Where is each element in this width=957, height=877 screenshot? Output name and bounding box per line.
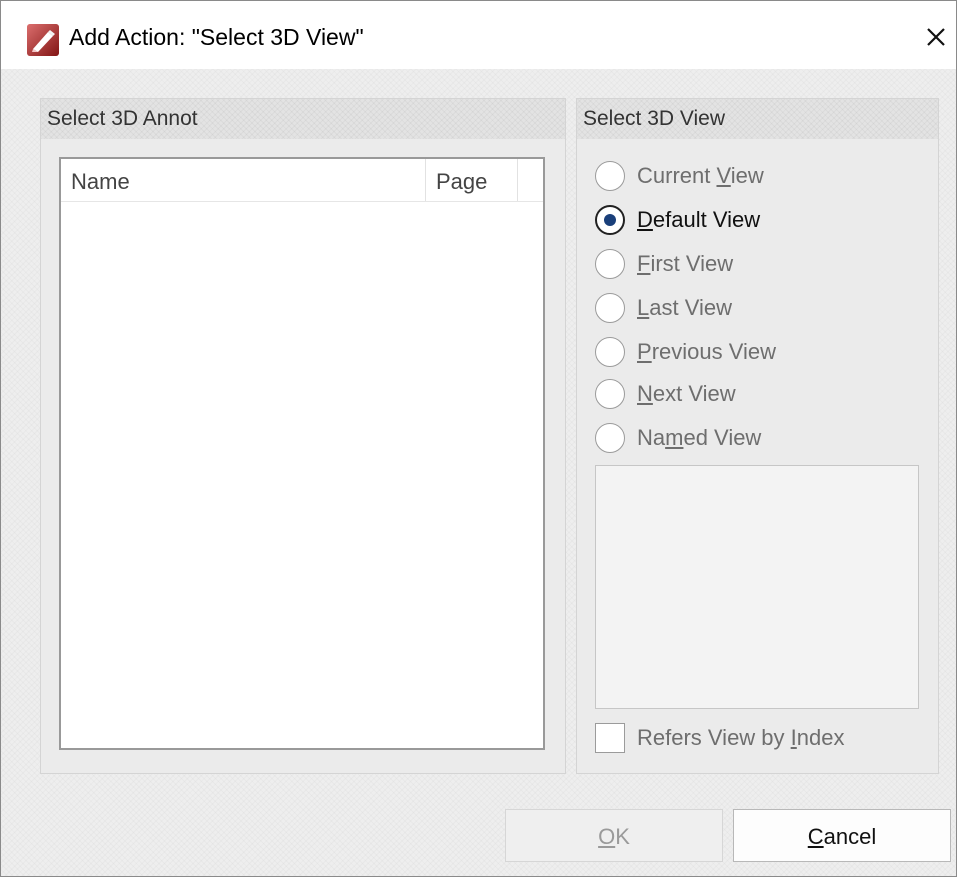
radio-first-view[interactable]: First View xyxy=(595,247,733,281)
close-icon[interactable] xyxy=(918,19,954,55)
radio-button[interactable] xyxy=(595,293,625,323)
radio-button-selected[interactable] xyxy=(595,205,625,235)
cancel-button[interactable]: Cancel xyxy=(733,809,951,862)
checkbox-label: Refers View by Index xyxy=(637,725,845,750)
radio-label: Named View xyxy=(637,425,762,450)
radio-named-view[interactable]: Named View xyxy=(595,421,761,455)
radio-label: Next View xyxy=(637,381,736,406)
column-header-page[interactable]: Page xyxy=(426,159,518,201)
ok-button[interactable]: OK xyxy=(505,809,723,862)
title-bar: Add Action: "Select 3D View" xyxy=(1,1,956,69)
select-3d-view-header: Select 3D View xyxy=(577,99,938,139)
radio-label: Default View xyxy=(637,207,761,232)
select-3d-annot-header: Select 3D Annot xyxy=(41,99,565,139)
add-action-dialog: Add Action: "Select 3D View" Select 3D A… xyxy=(0,0,957,877)
dialog-title: Add Action: "Select 3D View" xyxy=(69,24,364,50)
radio-button[interactable] xyxy=(595,337,625,367)
radio-label: First View xyxy=(637,251,734,276)
radio-previous-view[interactable]: Previous View xyxy=(595,335,776,369)
radio-button[interactable] xyxy=(595,249,625,279)
checkbox[interactable] xyxy=(595,723,625,753)
radio-default-view[interactable]: Default View xyxy=(595,203,760,237)
3d-annot-list[interactable]: Name Page xyxy=(59,157,545,750)
named-view-list[interactable] xyxy=(595,465,919,709)
refers-view-by-index-checkbox[interactable]: Refers View by Index xyxy=(595,721,845,755)
radio-button[interactable] xyxy=(595,379,625,409)
select-3d-annot-group: Select 3D Annot Name Page xyxy=(40,98,566,774)
radio-next-view[interactable]: Next View xyxy=(595,377,736,411)
radio-button[interactable] xyxy=(595,423,625,453)
radio-label: Last View xyxy=(637,295,732,320)
column-header-name[interactable]: Name xyxy=(61,159,426,201)
radio-current-view[interactable]: Current View xyxy=(595,159,764,193)
radio-last-view[interactable]: Last View xyxy=(595,291,732,325)
radio-label: Previous View xyxy=(637,339,777,364)
radio-label: Current View xyxy=(637,163,764,188)
list-header: Name Page xyxy=(61,159,543,202)
pdf-editor-app-icon xyxy=(27,24,59,56)
radio-button[interactable] xyxy=(595,161,625,191)
select-3d-view-group: Select 3D View Current View Default View… xyxy=(576,98,939,774)
